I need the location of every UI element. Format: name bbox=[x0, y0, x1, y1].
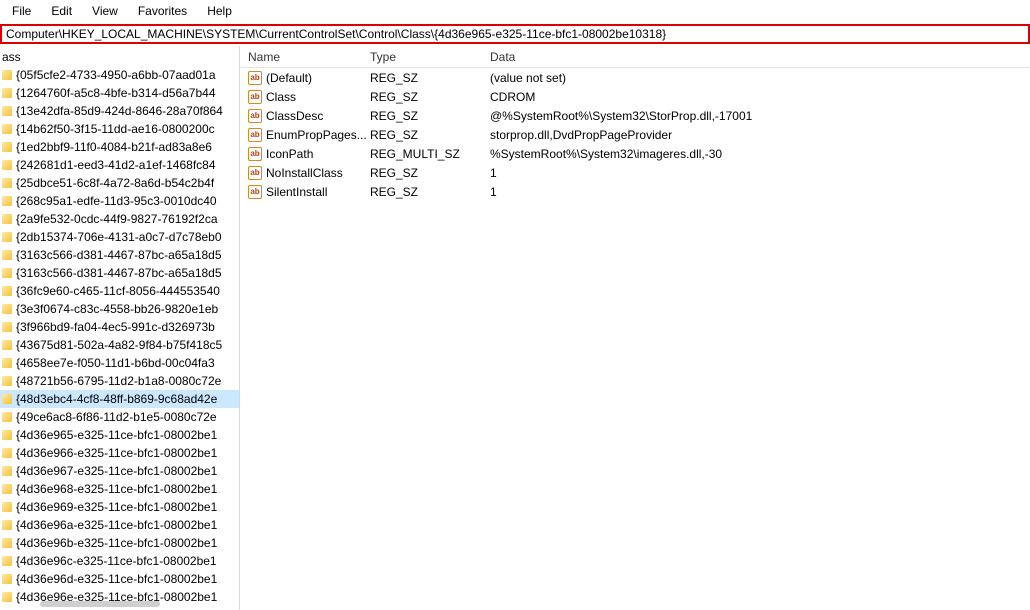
value-name: IconPath bbox=[266, 147, 313, 161]
string-value-icon: ab bbox=[248, 71, 262, 85]
menu-edit[interactable]: Edit bbox=[41, 2, 82, 20]
tree-item[interactable]: {3f966bd9-fa04-4ec5-991c-d326973b bbox=[0, 318, 239, 336]
value-name: SilentInstall bbox=[266, 185, 327, 199]
value-type: REG_SZ bbox=[370, 90, 490, 104]
tree-item[interactable]: {1ed2bbf9-11f0-4084-b21f-ad83a8e6 bbox=[0, 138, 239, 156]
main-split: ass {05f5cfe2-4733-4950-a6bb-07aad01a{12… bbox=[0, 46, 1030, 610]
tree-panel[interactable]: ass {05f5cfe2-4733-4950-a6bb-07aad01a{12… bbox=[0, 46, 240, 610]
tree-item[interactable]: {268c95a1-edfe-11d3-95c3-0010dc40 bbox=[0, 192, 239, 210]
tree-item[interactable]: {49ce6ac8-6f86-11d2-b1e5-0080c72e bbox=[0, 408, 239, 426]
tree-item[interactable]: {2db15374-706e-4131-a0c7-d7c78eb0 bbox=[0, 228, 239, 246]
value-name: (Default) bbox=[266, 71, 312, 85]
value-data: 1 bbox=[490, 166, 1030, 180]
value-type: REG_SZ bbox=[370, 185, 490, 199]
column-header-name[interactable]: Name bbox=[240, 50, 370, 64]
tree-item[interactable]: {1264760f-a5c8-4bfe-b314-d56a7b44 bbox=[0, 84, 239, 102]
tree-item[interactable]: {242681d1-eed3-41d2-a1ef-1468fc84 bbox=[0, 156, 239, 174]
string-value-icon: ab bbox=[248, 166, 262, 180]
list-row[interactable]: ab SilentInstall REG_SZ1 bbox=[240, 182, 1030, 201]
tree-item[interactable]: {4d36e96b-e325-11ce-bfc1-08002be1 bbox=[0, 534, 239, 552]
list-row[interactable]: ab NoInstallClass REG_SZ1 bbox=[240, 163, 1030, 182]
list-row[interactable]: ab IconPath REG_MULTI_SZ%SystemRoot%\Syste… bbox=[240, 144, 1030, 163]
value-data: (value not set) bbox=[490, 71, 1030, 85]
menu-bar: FileEditViewFavoritesHelp bbox=[0, 0, 1030, 22]
value-type: REG_SZ bbox=[370, 71, 490, 85]
value-name: NoInstallClass bbox=[266, 166, 343, 180]
tree-item[interactable]: {4d36e96d-e325-11ce-bfc1-08002be1 bbox=[0, 570, 239, 588]
menu-view[interactable]: View bbox=[82, 2, 128, 20]
value-data: storprop.dll,DvdPropPageProvider bbox=[490, 128, 1030, 142]
list-header[interactable]: Name Type Data bbox=[240, 46, 1030, 68]
tree-item[interactable]: {36fc9e60-c465-11cf-8056-444553540 bbox=[0, 282, 239, 300]
list-row[interactable]: ab ClassDesc REG_SZ@%SystemRoot%\System32\… bbox=[240, 106, 1030, 125]
column-header-data[interactable]: Data bbox=[490, 50, 1030, 64]
tree-item[interactable]: {3163c566-d381-4467-87bc-a65a18d5 bbox=[0, 264, 239, 282]
string-value-icon: ab bbox=[248, 147, 262, 161]
tree-item[interactable]: {4d36e96c-e325-11ce-bfc1-08002be1 bbox=[0, 552, 239, 570]
tree-item[interactable]: {25dbce51-6c8f-4a72-8a6d-b54c2b4f bbox=[0, 174, 239, 192]
value-name: EnumPropPages... bbox=[266, 128, 367, 142]
tree-item[interactable]: {4d36e968-e325-11ce-bfc1-08002be1 bbox=[0, 480, 239, 498]
menu-help[interactable]: Help bbox=[197, 2, 242, 20]
tree-item[interactable]: {4d36e96a-e325-11ce-bfc1-08002be1 bbox=[0, 516, 239, 534]
value-data: 1 bbox=[490, 185, 1030, 199]
tree-item[interactable]: {3163c566-d381-4467-87bc-a65a18d5 bbox=[0, 246, 239, 264]
address-bar[interactable]: Computer\HKEY_LOCAL_MACHINE\SYSTEM\Curre… bbox=[0, 24, 1030, 44]
tree-item[interactable]: {4d36e965-e325-11ce-bfc1-08002be1 bbox=[0, 426, 239, 444]
value-type: REG_SZ bbox=[370, 109, 490, 123]
tree-item[interactable]: {4d36e966-e325-11ce-bfc1-08002be1 bbox=[0, 444, 239, 462]
tree-item[interactable]: {43675d81-502a-4a82-9f84-b75f418c5 bbox=[0, 336, 239, 354]
string-value-icon: ab bbox=[248, 109, 262, 123]
value-data: @%SystemRoot%\System32\StorProp.dll,-170… bbox=[490, 109, 1030, 123]
tree-item[interactable]: {13e42dfa-85d9-424d-8646-28a70f864 bbox=[0, 102, 239, 120]
tree-item[interactable]: {48d3ebc4-4cf8-48ff-b869-9c68ad42e bbox=[0, 390, 239, 408]
string-value-icon: ab bbox=[248, 90, 262, 104]
value-type: REG_MULTI_SZ bbox=[370, 147, 490, 161]
tree-horizontal-scrollbar[interactable] bbox=[40, 601, 160, 607]
list-body[interactable]: ab(Default)REG_SZ(value not set)abClassR… bbox=[240, 68, 1030, 610]
tree-item[interactable]: {2a9fe532-0cdc-44f9-9827-76192f2ca bbox=[0, 210, 239, 228]
tree-header-label: ass bbox=[0, 48, 239, 66]
value-data: CDROM bbox=[490, 90, 1030, 104]
value-name: Class bbox=[266, 90, 296, 104]
tree-item[interactable]: {48721b56-6795-11d2-b1a8-0080c72e bbox=[0, 372, 239, 390]
tree-item[interactable]: {4d36e969-e325-11ce-bfc1-08002be1 bbox=[0, 498, 239, 516]
tree-item[interactable]: {05f5cfe2-4733-4950-a6bb-07aad01a bbox=[0, 66, 239, 84]
value-type: REG_SZ bbox=[370, 166, 490, 180]
values-list: Name Type Data ab(Default)REG_SZ(value n… bbox=[240, 46, 1030, 610]
address-bar-container: Computer\HKEY_LOCAL_MACHINE\SYSTEM\Curre… bbox=[0, 22, 1030, 46]
string-value-icon: ab bbox=[248, 185, 262, 199]
list-row[interactable]: ab EnumPropPages...REG_SZstorprop.dll,Dvd… bbox=[240, 125, 1030, 144]
tree-item[interactable]: {3e3f0674-c83c-4558-bb26-9820e1eb bbox=[0, 300, 239, 318]
value-name: ClassDesc bbox=[266, 109, 323, 123]
tree-item[interactable]: {4d36e967-e325-11ce-bfc1-08002be1 bbox=[0, 462, 239, 480]
list-row[interactable]: ab Class REG_SZCDROM bbox=[240, 87, 1030, 106]
list-row[interactable]: ab (Default) REG_SZ(value not set) bbox=[240, 68, 1030, 87]
column-header-type[interactable]: Type bbox=[370, 50, 490, 64]
value-data: %SystemRoot%\System32\imageres.dll,-30 bbox=[490, 147, 1030, 161]
tree-item[interactable]: {4658ee7e-f050-11d1-b6bd-00c04fa3 bbox=[0, 354, 239, 372]
value-type: REG_SZ bbox=[370, 128, 490, 142]
menu-favorites[interactable]: Favorites bbox=[128, 2, 197, 20]
tree-item[interactable]: {14b62f50-3f15-11dd-ae16-0800200c bbox=[0, 120, 239, 138]
address-text: Computer\HKEY_LOCAL_MACHINE\SYSTEM\Curre… bbox=[6, 27, 666, 41]
menu-file[interactable]: File bbox=[2, 2, 41, 20]
string-value-icon: ab bbox=[248, 128, 262, 142]
